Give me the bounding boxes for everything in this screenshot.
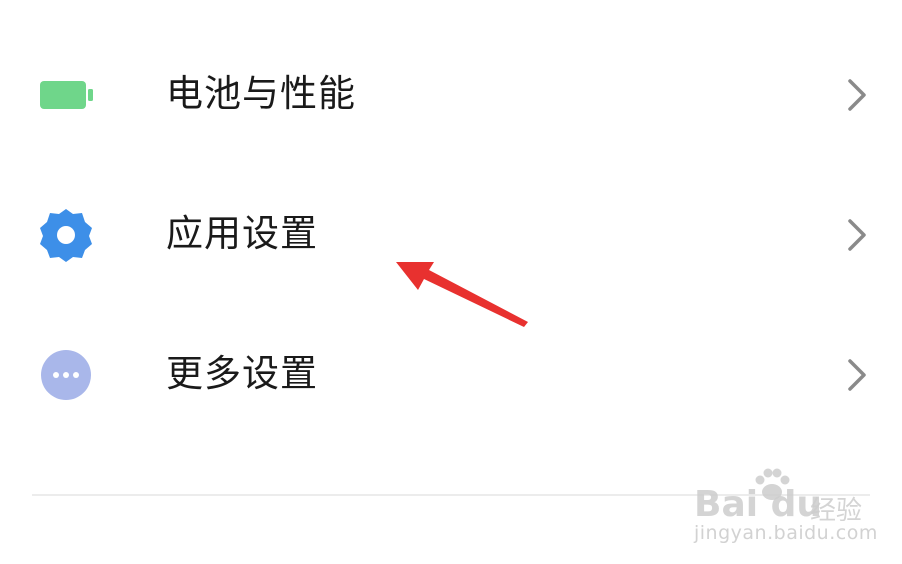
more-dots-icon xyxy=(41,350,91,400)
battery-icon xyxy=(40,81,93,109)
watermark-domain: jingyan.baidu.com xyxy=(694,522,878,544)
settings-item-label: 应用设置 xyxy=(166,212,318,255)
gear-icon xyxy=(40,209,92,262)
chevron-right-icon xyxy=(848,359,866,391)
settings-item-app-settings[interactable]: 应用设置 xyxy=(0,162,902,302)
settings-item-label: 更多设置 xyxy=(166,352,318,395)
settings-item-battery-performance[interactable]: 电池与性能 xyxy=(0,22,902,162)
watermark-brand: Bai du xyxy=(694,484,823,525)
settings-item-label: 电池与性能 xyxy=(166,72,356,115)
chevron-right-icon xyxy=(848,79,866,111)
settings-item-more-settings[interactable]: 更多设置 xyxy=(0,302,902,442)
watermark: Bai du 经验 jingyan.baidu.com xyxy=(690,466,890,556)
chevron-right-icon xyxy=(848,219,866,251)
